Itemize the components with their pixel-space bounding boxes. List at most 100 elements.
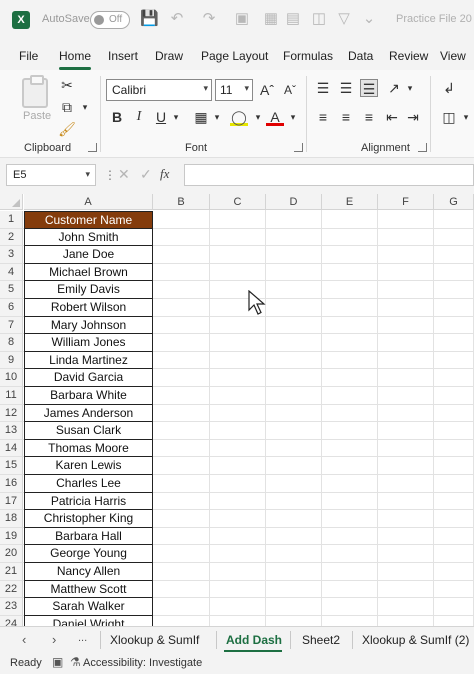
redo-icon[interactable]: ↷ [200, 10, 218, 28]
row-header-13[interactable]: 13 [0, 422, 23, 440]
customer-name-cell[interactable]: Susan Clark [24, 422, 153, 440]
row-header-14[interactable]: 14 [0, 439, 23, 458]
align-middle-icon[interactable]: ☰ [337, 79, 355, 97]
row-header-12[interactable]: 12 [0, 404, 23, 423]
customer-name-cell[interactable]: Michael Brown [24, 263, 153, 282]
customer-name-cell[interactable]: Jane Doe [24, 246, 153, 264]
underline-dropdown-icon[interactable]: ▾ [167, 108, 185, 126]
select-all-button[interactable] [0, 194, 23, 210]
row-header-4[interactable]: 4 [0, 263, 23, 282]
customer-name-cell[interactable]: Barbara White [24, 387, 153, 405]
row-header-18[interactable]: 18 [0, 510, 23, 528]
tab-file[interactable]: File [19, 49, 38, 63]
customer-name-cell[interactable]: Linda Martinez [24, 351, 153, 370]
font-color-dropdown-icon[interactable]: ▾ [284, 108, 302, 126]
merge-dropdown-icon[interactable]: ▾ [457, 108, 474, 126]
customer-name-cell[interactable]: Robert Wilson [24, 299, 153, 317]
bold-button[interactable]: B [108, 108, 126, 126]
increase-indent-icon[interactable]: ⇥ [404, 108, 422, 126]
autosave-toggle[interactable]: Off [90, 11, 130, 29]
save-icon[interactable]: 💾 [140, 10, 159, 28]
sheet-tab-add-dash[interactable]: Add Dash [226, 633, 282, 647]
customer-name-cell[interactable]: Christopher King [24, 510, 153, 528]
alignment-launcher-icon[interactable] [418, 143, 427, 152]
align-center-icon[interactable]: ≡ [337, 108, 355, 126]
row-header-2[interactable]: 2 [0, 228, 23, 247]
cut-icon[interactable]: ✂ [58, 76, 76, 94]
align-left-icon[interactable]: ≡ [314, 108, 332, 126]
customer-name-cell[interactable]: William Jones [24, 334, 153, 352]
sheet-tab-xlookup[interactable]: Xlookup & SumIf [110, 633, 199, 647]
copy-icon[interactable]: ⧉ [58, 98, 76, 116]
copy-dropdown-icon[interactable]: ▾ [76, 98, 94, 116]
row-header-15[interactable]: 15 [0, 457, 23, 475]
tab-insert[interactable]: Insert [108, 49, 138, 63]
font-name-select[interactable]: Calibri ▾ [106, 79, 212, 101]
tab-page-layout[interactable]: Page Layout [201, 49, 268, 63]
customer-name-cell[interactable]: John Smith [24, 228, 153, 247]
tab-draw[interactable]: Draw [155, 49, 183, 63]
customize-icon[interactable]: ⌄ [360, 10, 378, 28]
paste-label[interactable]: Paste [23, 110, 51, 122]
decrease-font-icon[interactable]: Aˇ [281, 81, 299, 99]
customer-name-cell[interactable]: Emily Davis [24, 281, 153, 299]
row-header-23[interactable]: 23 [0, 598, 23, 616]
accessibility-status[interactable]: Accessibility: Investigate [83, 657, 202, 669]
clipboard-launcher-icon[interactable] [88, 143, 97, 152]
align-top-icon[interactable]: ☰ [314, 79, 332, 97]
accessibility-icon[interactable]: ⚗ [70, 655, 81, 669]
borders-dropdown-icon[interactable]: ▾ [208, 108, 226, 126]
increase-font-icon[interactable]: Aˆ [258, 81, 276, 99]
tab-view[interactable]: View [440, 49, 466, 63]
column-header-g[interactable]: G [434, 194, 474, 210]
camera-icon[interactable]: ▣ [233, 10, 251, 28]
name-box[interactable]: E5 ▾ [6, 164, 96, 186]
column-header-d[interactable]: D [266, 194, 322, 210]
align-bottom-icon[interactable]: ☰ [360, 79, 378, 97]
row-header-21[interactable]: 21 [0, 563, 23, 581]
customer-name-cell[interactable]: Sarah Walker [24, 598, 153, 616]
more-options-icon[interactable]: ⋮ [104, 168, 116, 182]
customer-name-cell[interactable]: David Garcia [24, 369, 153, 387]
customer-name-cell[interactable]: Nancy Allen [24, 563, 153, 581]
customer-name-cell[interactable]: Daniel Wright [24, 615, 153, 626]
column-a-header-cell[interactable]: Customer Name [24, 211, 153, 229]
tab-home[interactable]: Home [59, 49, 91, 63]
customer-name-cell[interactable]: James Anderson [24, 404, 153, 423]
format-painter-icon[interactable]: 🖌 [58, 120, 76, 138]
row-header-10[interactable]: 10 [0, 369, 23, 387]
wrap-text-icon[interactable]: ↲ [440, 79, 458, 97]
more-sheets-button[interactable]: ... [78, 632, 87, 644]
row-header-6[interactable]: 6 [0, 299, 23, 317]
fill-color-icon[interactable]: ◯ [230, 108, 248, 126]
cancel-icon[interactable]: ✕ [118, 166, 130, 183]
paste-icon[interactable] [22, 75, 48, 108]
decrease-indent-icon[interactable]: ⇤ [383, 108, 401, 126]
row-header-17[interactable]: 17 [0, 492, 23, 511]
row-header-7[interactable]: 7 [0, 316, 23, 335]
align-right-icon[interactable]: ≡ [360, 108, 378, 126]
font-size-select[interactable]: 11 ▾ [215, 79, 253, 101]
prev-sheet-icon[interactable]: ‹ [22, 632, 26, 647]
orientation-dropdown-icon[interactable]: ▾ [401, 79, 419, 97]
column-header-a[interactable]: A [24, 194, 153, 210]
next-sheet-icon[interactable]: › [52, 632, 56, 647]
tab-data[interactable]: Data [348, 49, 373, 63]
font-launcher-icon[interactable] [294, 143, 303, 152]
fill-color-dropdown-icon[interactable]: ▾ [249, 108, 267, 126]
row-header-20[interactable]: 20 [0, 545, 23, 563]
customer-name-cell[interactable]: George Young [24, 545, 153, 563]
row-header-3[interactable]: 3 [0, 246, 23, 264]
customer-name-cell[interactable]: Karen Lewis [24, 457, 153, 475]
tab-formulas[interactable]: Formulas [283, 49, 333, 63]
column-header-c[interactable]: C [210, 194, 266, 210]
column-header-b[interactable]: B [153, 194, 210, 210]
customer-name-cell[interactable]: Thomas Moore [24, 439, 153, 458]
spreadsheet-icon[interactable]: ◫ [310, 10, 328, 28]
enter-icon[interactable]: ✓ [140, 166, 152, 183]
customer-name-cell[interactable]: Barbara Hall [24, 527, 153, 546]
row-header-11[interactable]: 11 [0, 387, 23, 405]
sheet-tab-sheet2[interactable]: Sheet2 [302, 633, 340, 647]
formula-input[interactable] [184, 164, 474, 186]
italic-button[interactable]: I [130, 108, 148, 126]
